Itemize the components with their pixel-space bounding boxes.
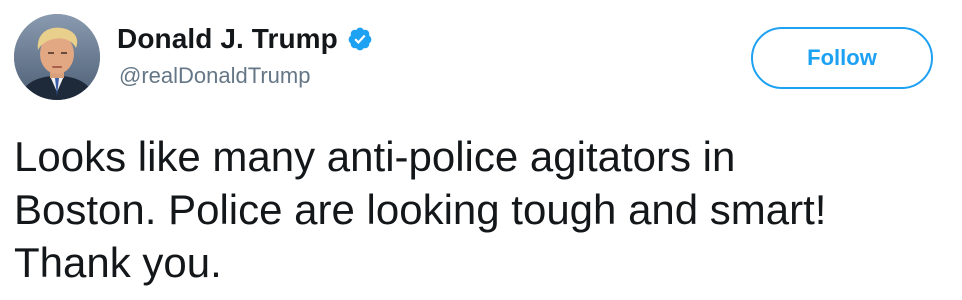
avatar[interactable] xyxy=(14,14,100,100)
verified-badge-icon xyxy=(347,26,373,52)
tweet-card: Donald J. Trump @realDonaldTrump Follow … xyxy=(0,0,962,300)
profile-photo xyxy=(14,14,100,100)
author-row: Donald J. Trump xyxy=(117,20,373,58)
follow-button[interactable]: Follow xyxy=(751,27,933,89)
display-name[interactable]: Donald J. Trump xyxy=(117,23,338,55)
handle[interactable]: @realDonaldTrump xyxy=(119,63,310,89)
tweet-text: Looks like many anti-police agitators in… xyxy=(14,133,827,286)
